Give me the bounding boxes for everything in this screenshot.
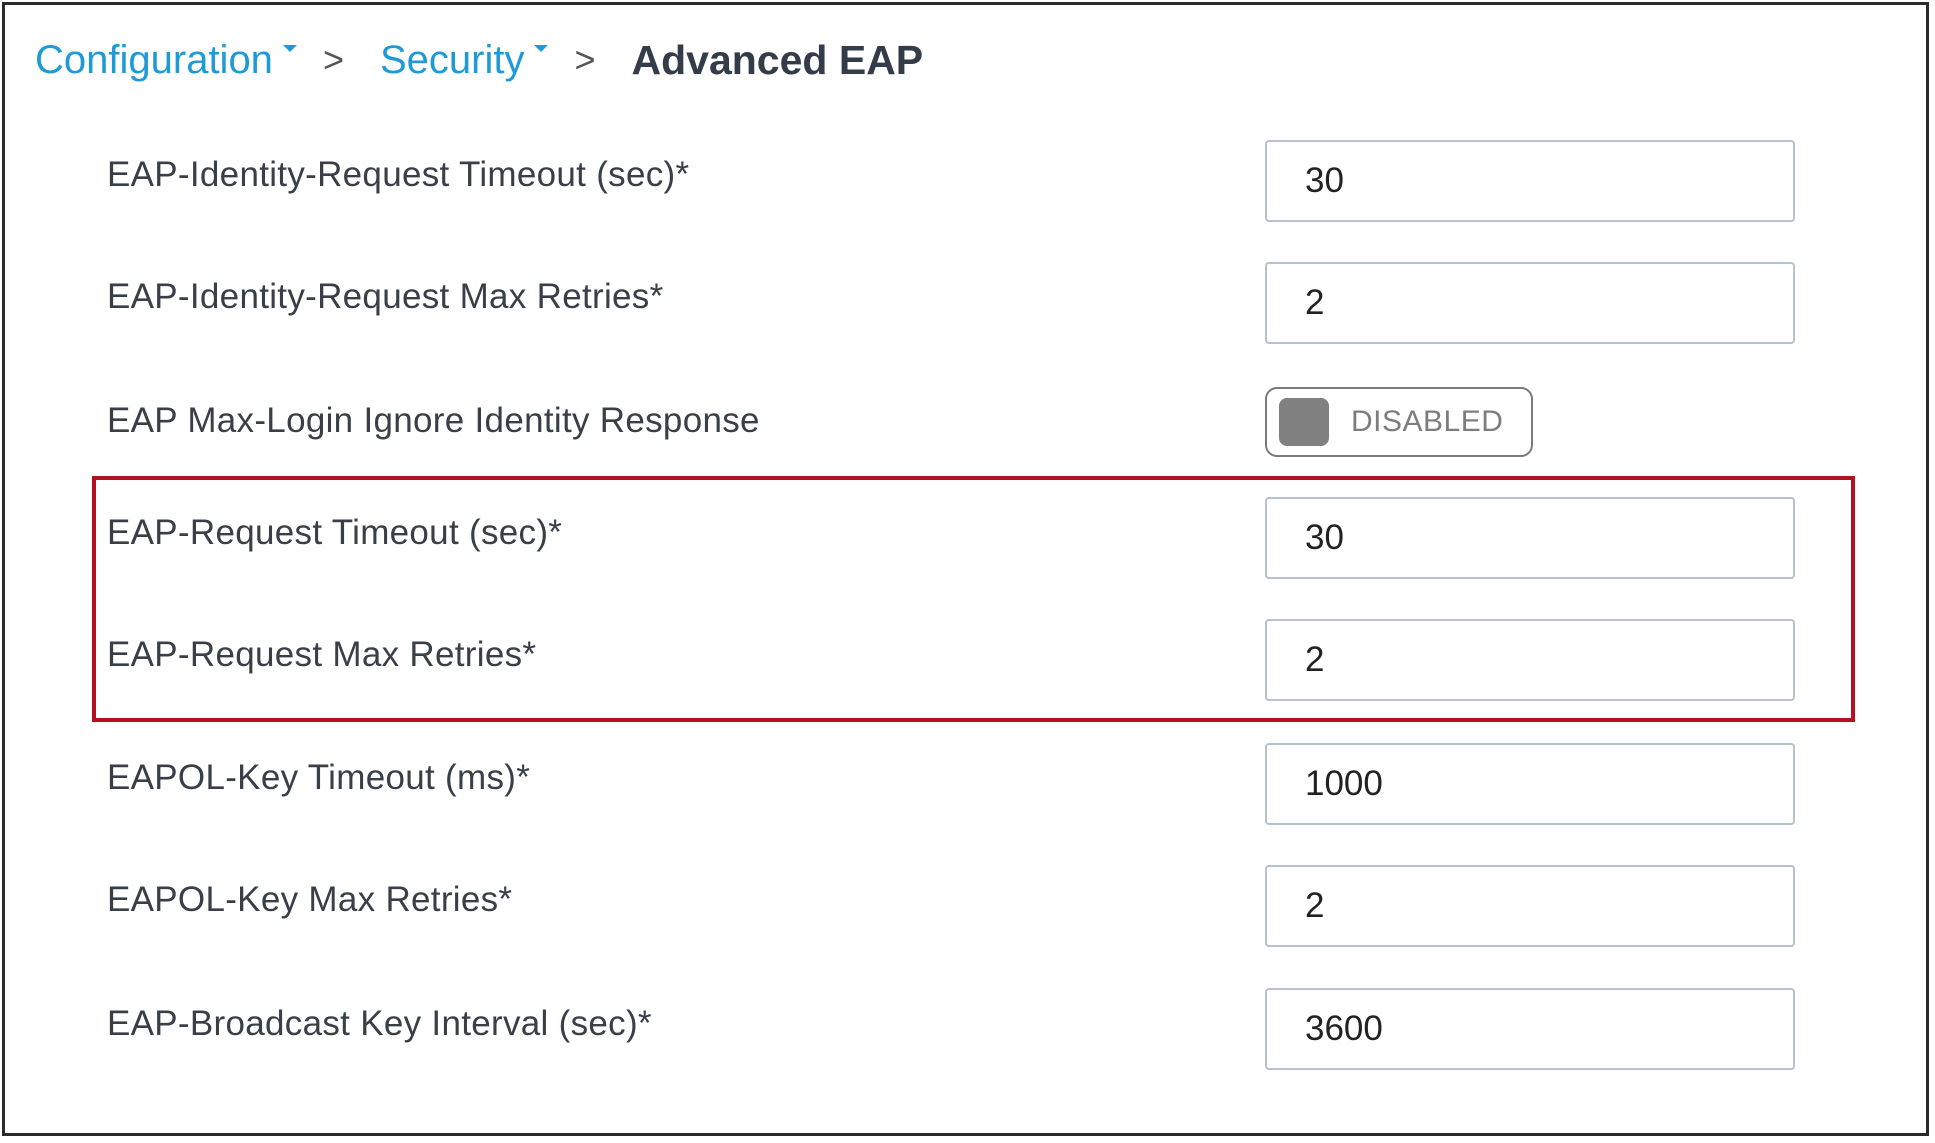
eap-request-max-retries-input[interactable] bbox=[1265, 619, 1795, 701]
breadcrumb-security-link[interactable]: Security bbox=[380, 38, 549, 83]
chevron-down-icon bbox=[534, 44, 549, 52]
breadcrumb-configuration-label: Configuration bbox=[35, 37, 273, 82]
breadcrumb-security-label: Security bbox=[379, 37, 525, 82]
eap-identity-request-max-retries-input[interactable] bbox=[1265, 262, 1795, 344]
eap-identity-request-timeout-label: EAP-Identity-Request Timeout (sec)* bbox=[107, 155, 690, 194]
eap-broadcast-key-interval-label: EAP-Broadcast Key Interval (sec)* bbox=[107, 1004, 652, 1043]
toggle-state-label: DISABLED bbox=[1351, 405, 1504, 438]
eap-broadcast-key-interval-input[interactable] bbox=[1265, 988, 1795, 1070]
eap-identity-request-timeout-input[interactable] bbox=[1265, 140, 1795, 222]
breadcrumb-separator-2: > bbox=[574, 39, 596, 80]
eap-max-login-ignore-identity-response-label: EAP Max-Login Ignore Identity Response bbox=[107, 401, 760, 440]
eap-request-timeout-label: EAP-Request Timeout (sec)* bbox=[107, 513, 563, 552]
eapol-key-timeout-input[interactable] bbox=[1265, 743, 1795, 825]
breadcrumb-configuration-link[interactable]: Configuration bbox=[35, 38, 297, 83]
breadcrumb: Configuration > Security > Advanced EAP bbox=[35, 35, 923, 85]
page-frame: Configuration > Security > Advanced EAP … bbox=[2, 2, 1929, 1136]
eap-request-max-retries-label: EAP-Request Max Retries* bbox=[107, 635, 537, 674]
eap-max-login-ignore-identity-response-toggle[interactable]: DISABLED bbox=[1265, 387, 1533, 457]
eapol-key-timeout-label: EAPOL-Key Timeout (ms)* bbox=[107, 758, 531, 797]
page-title: Advanced EAP bbox=[631, 36, 924, 83]
eap-request-timeout-input[interactable] bbox=[1265, 497, 1795, 579]
eap-identity-request-max-retries-label: EAP-Identity-Request Max Retries* bbox=[107, 277, 664, 316]
chevron-down-icon bbox=[282, 44, 297, 52]
breadcrumb-separator-1: > bbox=[322, 39, 344, 80]
toggle-knob bbox=[1279, 398, 1329, 446]
eapol-key-max-retries-input[interactable] bbox=[1265, 865, 1795, 947]
eapol-key-max-retries-label: EAPOL-Key Max Retries* bbox=[107, 880, 513, 919]
